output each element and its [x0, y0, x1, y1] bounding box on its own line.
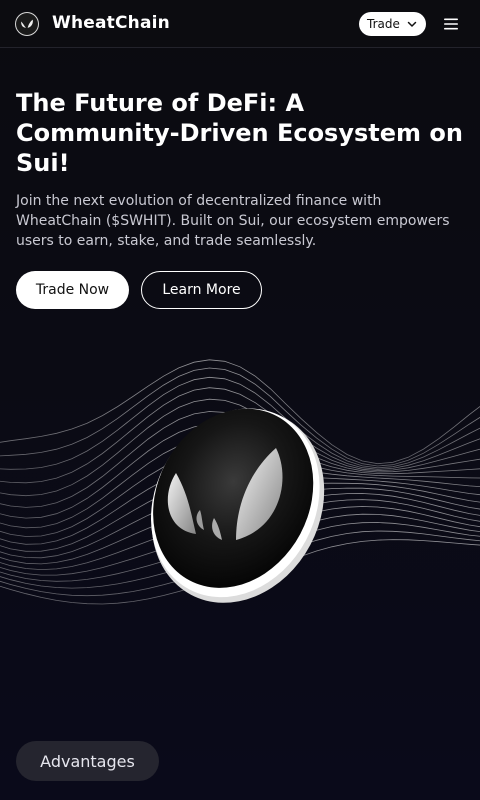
hero-title: The Future of DeFi: A Community-Driven E… — [16, 89, 463, 177]
page: WheatChain Trade The Future of DeFi: A C… — [0, 0, 480, 800]
hamburger-menu-icon[interactable] — [442, 15, 460, 33]
hero-description: Join the next evolution of decentralized… — [16, 193, 450, 249]
trade-now-button[interactable]: Trade Now — [16, 271, 129, 309]
brand-name[interactable]: WheatChain — [52, 13, 170, 33]
wheat-leaf-icon — [16, 13, 38, 35]
learn-more-button[interactable]: Learn More — [141, 271, 262, 309]
brand-logo-icon[interactable] — [15, 12, 39, 36]
trade-dropdown-label: Trade — [367, 17, 400, 31]
coin-illustration — [150, 408, 325, 603]
advantages-pill[interactable]: Advantages — [16, 741, 159, 781]
trade-dropdown[interactable]: Trade — [359, 12, 426, 36]
chevron-down-icon — [407, 21, 417, 27]
top-navbar: WheatChain Trade — [0, 0, 480, 48]
